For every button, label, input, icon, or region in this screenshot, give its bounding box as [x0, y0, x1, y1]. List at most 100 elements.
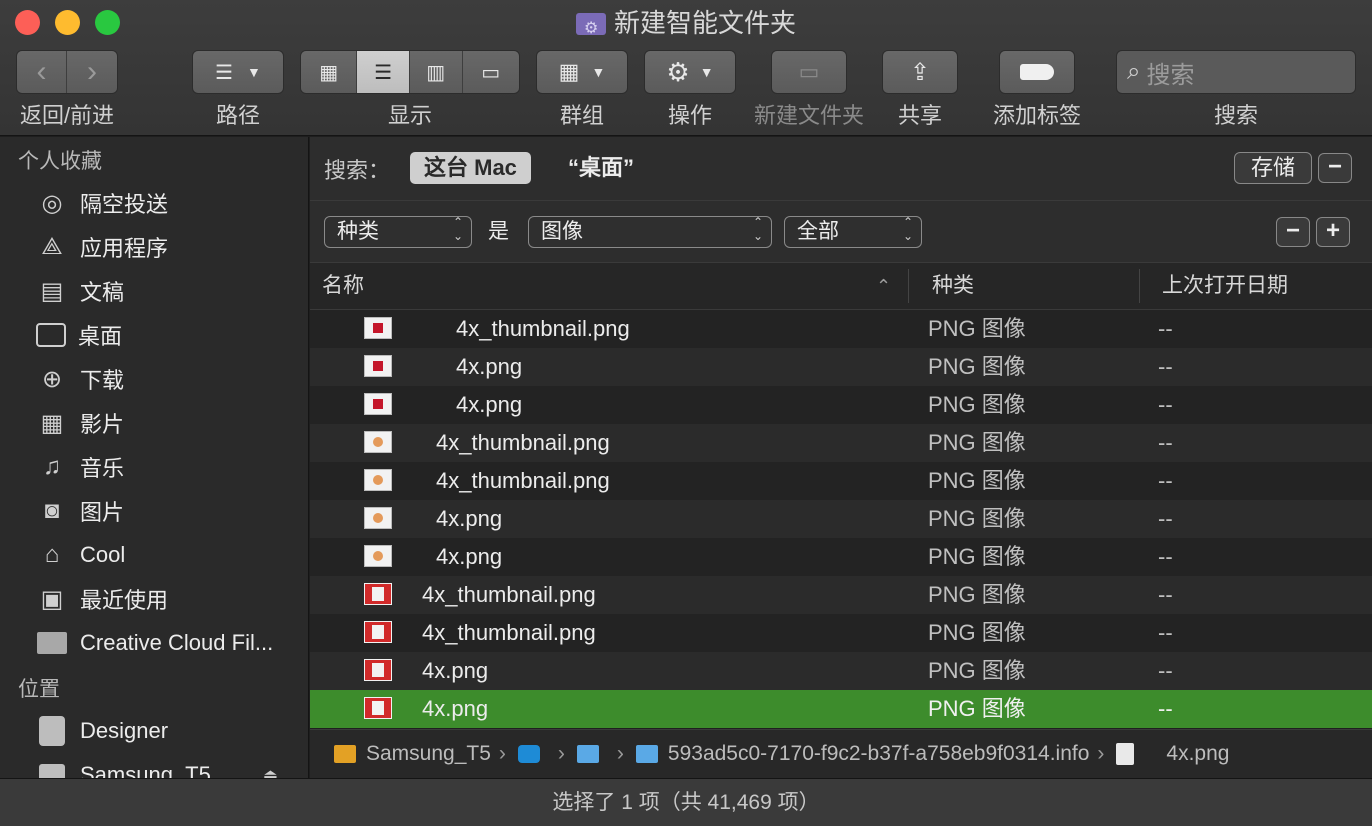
sidebar-item-label: Samsung_T5 [80, 762, 211, 778]
column-last-opened[interactable]: 上次打开日期 [1162, 263, 1288, 309]
search-label: 搜索 [1213, 103, 1258, 128]
folder-icon [36, 627, 68, 659]
sidebar-item-label: Cool [80, 542, 126, 567]
app-icon[interactable] [517, 745, 540, 763]
file-row[interactable]: 4x.png PNG 图像 -- [310, 386, 1372, 424]
group-label: 群组 [559, 103, 604, 128]
path-separator: › [1097, 742, 1105, 765]
criteria-operator: 是 [488, 220, 509, 243]
search-scope-label: 搜索： [324, 158, 391, 183]
disk-icon [36, 715, 68, 747]
file-kind: PNG 图像 [928, 506, 1026, 531]
file-name: 4x_thumbnail.png [456, 316, 630, 341]
path-button[interactable]: ☰ ▼ [192, 50, 284, 94]
file-row[interactable]: 4x_thumbnail.png PNG 图像 -- [310, 614, 1372, 652]
file-name: 4x.png [456, 392, 523, 417]
sidebar-item-designer[interactable]: Designer [0, 709, 308, 753]
sidebar-item-airdrop[interactable]: ◎ 隔空投送 [0, 181, 308, 225]
sidebar-item-movies[interactable]: ▦ 影片 [0, 401, 308, 445]
close-search-button[interactable]: − [1318, 153, 1352, 183]
chevron-left-icon: ‹ [36, 55, 47, 88]
column-kind[interactable]: 种类 [932, 263, 974, 309]
path-file[interactable]: 4x.png [1166, 742, 1229, 766]
recents-icon: ▣ [40, 585, 64, 613]
search-scope-bar: 搜索： 这台 Mac “桌面” 存储 − [310, 137, 1372, 201]
folder-icon[interactable] [576, 745, 599, 763]
png-file-icon [364, 583, 392, 605]
gallery-view-button[interactable]: ▭ [462, 51, 519, 93]
path-folder[interactable]: 593ad5c0-7170-f9c2-b37f-a758eb9f0314.inf… [668, 742, 1090, 766]
column-view-button[interactable]: ▥ [410, 51, 463, 93]
path-separator: › [616, 742, 624, 765]
file-kind: PNG 图像 [928, 544, 1026, 569]
sidebar-item-documents[interactable]: ▤ 文稿 [0, 269, 308, 313]
sidebar-item-label: 应用程序 [80, 236, 169, 261]
save-search-button[interactable]: 存储 [1234, 152, 1312, 184]
sidebar-item-samsung[interactable]: Samsung_T5 ⏏ [0, 753, 308, 778]
file-row[interactable]: 4x.png PNG 图像 -- [310, 538, 1372, 576]
sidebar-item-downloads[interactable]: ⊕ 下载 [0, 357, 308, 401]
path-drive[interactable]: Samsung_T5 [366, 742, 491, 766]
file-row[interactable]: 4x_thumbnail.png PNG 图像 -- [310, 424, 1372, 462]
column-divider[interactable] [1139, 269, 1140, 303]
sidebar-item-applications[interactable]: ⟁ 应用程序 [0, 225, 308, 269]
criteria-value-popup[interactable]: 图像 [528, 215, 772, 248]
file-kind: PNG 图像 [928, 582, 1026, 607]
file-date: -- [1158, 354, 1173, 379]
window-title-text: 新建智能文件夹 [613, 8, 796, 38]
criteria-attribute-popup[interactable]: 种类 [324, 215, 472, 248]
file-row-selected[interactable]: 4x.png PNG 图像 -- [310, 690, 1372, 728]
sidebar-item-recents[interactable]: ▣ 最近使用 [0, 577, 308, 621]
sidebar-item-desktop[interactable]: 桌面 [0, 313, 308, 357]
png-file-icon [364, 469, 392, 491]
group-button[interactable]: ▦ ▼ [536, 50, 628, 94]
group-grid-icon: ▦ [558, 59, 580, 84]
add-tag-label: 添加标签 [992, 103, 1081, 128]
airdrop-icon: ◎ [41, 189, 63, 217]
criteria-subvalue-popup[interactable]: 全部 [784, 215, 922, 248]
window-title: 新建智能文件夹 [0, 6, 1372, 46]
back-button[interactable]: ‹ [17, 51, 67, 93]
sidebar-item-label: 影片 [80, 412, 125, 437]
file-row[interactable]: 4x.png PNG 图像 -- [310, 652, 1372, 690]
downloads-icon: ⊕ [41, 365, 63, 393]
file-row[interactable]: 4x_thumbnail.png PNG 图像 -- [310, 462, 1372, 500]
sidebar-item-pictures[interactable]: ◙ 图片 [0, 489, 308, 533]
share-button[interactable]: ⇪ [882, 50, 958, 94]
list-view-button[interactable]: ☰ [357, 51, 410, 93]
path-bar: Samsung_T5 › › › 593ad5c0-7170-f9c2-b37f… [310, 729, 1372, 778]
scope-desktop-button[interactable]: “桌面” [568, 152, 634, 184]
file-row[interactable]: 4x.png PNG 图像 -- [310, 500, 1372, 538]
column-divider[interactable] [908, 269, 909, 303]
file-date: -- [1158, 620, 1173, 645]
action-button[interactable]: ⚙ ▼ [644, 50, 736, 94]
icon-view-button[interactable]: ▦ [301, 51, 358, 93]
folder-icon [635, 745, 658, 763]
sidebar-item-home[interactable]: ⌂ Cool [0, 533, 308, 577]
search-criteria-bar: 种类 是 图像 全部 − + [310, 201, 1372, 263]
add-tag-button[interactable] [999, 50, 1075, 94]
file-row[interactable]: 4x.png PNG 图像 -- [310, 348, 1372, 386]
add-criteria-button[interactable]: + [1316, 217, 1350, 247]
gallery-icon: ▭ [481, 61, 501, 84]
column-name[interactable]: 名称 [322, 263, 364, 309]
sidebar-item-music[interactable]: ♫ 音乐 [0, 445, 308, 489]
sidebar-item-creative-cloud[interactable]: Creative Cloud Fil... [0, 621, 308, 665]
file-kind: PNG 图像 [928, 468, 1026, 493]
scope-this-mac-button[interactable]: 这台 Mac [410, 152, 531, 184]
png-file-icon [364, 317, 392, 339]
path-list-icon: ☰ [215, 61, 234, 84]
file-row[interactable]: 4x_thumbnail.png PNG 图像 -- [310, 310, 1372, 348]
forward-button[interactable]: › [67, 51, 117, 93]
remove-criteria-button[interactable]: − [1276, 217, 1310, 247]
pictures-icon: ◙ [44, 497, 60, 524]
file-list: 4x_thumbnail.png PNG 图像 -- 4x.png PNG 图像… [310, 310, 1372, 728]
file-row[interactable]: 4x_thumbnail.png PNG 图像 -- [310, 576, 1372, 614]
search-input[interactable]: ⌕ 搜索 [1116, 50, 1356, 94]
sidebar-item-label: 桌面 [78, 324, 123, 349]
file-kind: PNG 图像 [928, 658, 1026, 683]
file-name: 4x.png [436, 544, 503, 569]
file-kind: PNG 图像 [928, 392, 1026, 417]
new-folder-button[interactable]: ▭ [771, 50, 847, 94]
eject-icon[interactable]: ⏏ [263, 765, 278, 778]
